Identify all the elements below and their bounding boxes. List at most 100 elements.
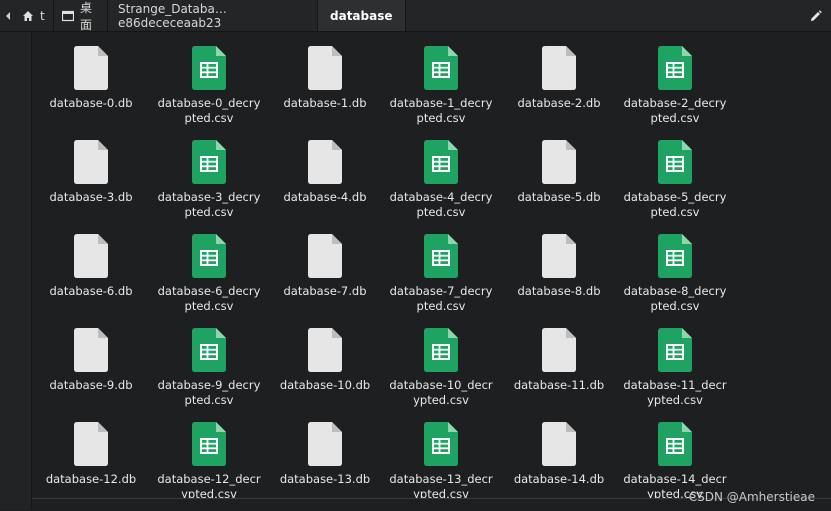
file-item[interactable]: database-10.db [266,322,384,393]
file-name: database-12.db [45,472,137,486]
edit-location-icon[interactable] [801,0,831,31]
file-item[interactable]: database-10_decrypted.csv [382,322,500,408]
file-name: database-2.db [517,96,601,110]
file-item[interactable]: database-9.db [32,322,150,393]
file-name: database-4.db [283,190,367,204]
file-item[interactable]: database-3.db [32,134,150,205]
file-name: database-5.db [517,190,601,204]
file-name: database-8.db [517,284,601,298]
file-name: database-0.db [49,96,133,110]
file-item[interactable]: database-12_decrypted.csv [150,416,268,502]
spreadsheet-file-icon [382,322,500,372]
file-item[interactable]: database-8_decrypted.csv [616,228,734,314]
file-item[interactable]: database-3_decrypted.csv [150,134,268,220]
file-name: database-9.db [49,378,133,392]
crumb-strange-database[interactable]: Strange_Databa…e86dececeaab23 [108,0,318,31]
breadcrumb: t 桌面 Strange_Databa…e86dececeaab23 datab… [0,0,831,32]
file-item[interactable]: database-13.db [266,416,384,487]
spreadsheet-file-icon [616,40,734,90]
file-item[interactable]: database-11.db [500,322,618,393]
file-name: database-10_decrypted.csv [389,378,493,407]
file-name: database-13.db [279,472,371,486]
spreadsheet-file-icon [150,40,268,90]
file-name: database-2_decrypted.csv [623,96,727,125]
spreadsheet-file-icon [382,40,500,90]
file-item[interactable]: database-7_decrypted.csv [382,228,500,314]
crumb-home-label: t [40,8,45,23]
file-item[interactable]: database-0.db [32,40,150,111]
file-name: database-5_decrypted.csv [623,190,727,219]
file-name: database-7.db [283,284,367,298]
file-icon [32,228,150,278]
file-name: database-0_decrypted.csv [157,96,261,125]
spreadsheet-file-icon [382,228,500,278]
file-name: database-11_decrypted.csv [623,378,727,407]
file-name: database-6.db [49,284,133,298]
file-name: database-1_decrypted.csv [389,96,493,125]
file-icon [500,228,618,278]
file-name: database-11.db [513,378,605,392]
file-item[interactable]: database-1_decrypted.csv [382,40,500,126]
spreadsheet-file-icon [382,416,500,466]
spreadsheet-file-icon [150,228,268,278]
file-name: database-3_decrypted.csv [157,190,261,219]
spreadsheet-file-icon [616,416,734,466]
file-item[interactable]: database-4_decrypted.csv [382,134,500,220]
crumb-home[interactable]: t [16,0,54,31]
crumb-database-label: database [330,8,393,23]
file-item[interactable]: database-8.db [500,228,618,299]
file-item[interactable]: database-5.db [500,134,618,205]
file-icon [266,228,384,278]
file-item[interactable]: database-6.db [32,228,150,299]
file-item[interactable]: database-13_decrypted.csv [382,416,500,502]
spreadsheet-file-icon [150,134,268,184]
file-item[interactable]: database-2.db [500,40,618,111]
file-icon [32,416,150,466]
home-icon [22,10,34,22]
file-icon [266,416,384,466]
file-icon [500,322,618,372]
file-item[interactable]: database-1.db [266,40,384,111]
file-icon [266,322,384,372]
spreadsheet-file-icon [150,416,268,466]
file-name: database-7_decrypted.csv [389,284,493,313]
back-arrow-icon[interactable] [0,0,16,31]
file-item[interactable]: database-7.db [266,228,384,299]
file-item[interactable]: database-6_decrypted.csv [150,228,268,314]
file-item[interactable]: database-5_decrypted.csv [616,134,734,220]
desktop-icon [62,10,74,22]
crumb-strange-label: Strange_Databa…e86dececeaab23 [118,1,227,30]
file-name: database-8_decrypted.csv [623,284,727,313]
file-item[interactable]: database-4.db [266,134,384,205]
file-item[interactable]: database-14.db [500,416,618,487]
crumb-database[interactable]: database [318,0,406,31]
file-icon [500,416,618,466]
file-name: database-1.db [283,96,367,110]
crumb-desktop-label: 桌面 [80,0,93,32]
file-name: database-3.db [49,190,133,204]
file-item[interactable]: database-9_decrypted.csv [150,322,268,408]
sidebar-edge [0,32,32,510]
file-item[interactable]: database-0_decrypted.csv [150,40,268,126]
file-item[interactable]: database-12.db [32,416,150,487]
file-item[interactable]: database-11_decrypted.csv [616,322,734,408]
crumb-desktop[interactable]: 桌面 [54,0,108,32]
watermark: CSDN @Amherstieae [688,490,815,504]
spreadsheet-file-icon [616,322,734,372]
file-item[interactable]: database-2_decrypted.csv [616,40,734,126]
file-icon [32,40,150,90]
file-icon [266,40,384,90]
file-name: database-9_decrypted.csv [157,378,261,407]
file-icon [32,322,150,372]
file-name: database-4_decrypted.csv [389,190,493,219]
spreadsheet-file-icon [616,134,734,184]
file-icon [266,134,384,184]
file-icon [500,134,618,184]
spreadsheet-file-icon [382,134,500,184]
file-name: database-6_decrypted.csv [157,284,261,313]
file-name: database-14.db [513,472,605,486]
spreadsheet-file-icon [616,228,734,278]
file-icon [500,40,618,90]
file-icon [32,134,150,184]
spreadsheet-file-icon [150,322,268,372]
